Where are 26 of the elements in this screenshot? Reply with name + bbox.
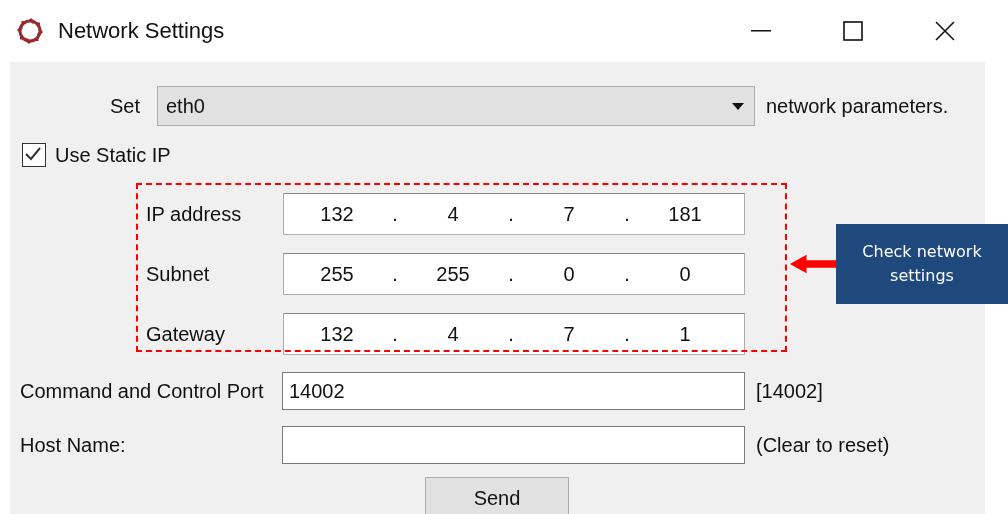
window-title: Network Settings [58, 18, 225, 44]
minimize-icon[interactable] [751, 30, 771, 32]
host-name-label: Host Name: [20, 433, 127, 457]
interface-dropdown[interactable]: eth0 [157, 86, 755, 126]
callout-note: Check network settings [836, 224, 1008, 304]
app-logo-icon [14, 15, 46, 47]
callout-arrow [790, 252, 836, 276]
ip-address-field[interactable]: 255 . 255 . 0 . 0 [283, 253, 745, 295]
close-icon[interactable] [935, 21, 955, 41]
dropdown-caret-icon [732, 102, 744, 110]
send-button[interactable]: Send [425, 477, 569, 514]
parameters-label: network parameters. [766, 94, 949, 118]
address-label: Subnet [145, 262, 211, 286]
host-name-hint: (Clear to reset) [756, 433, 890, 457]
static-ip-label: Use Static IP [55, 143, 171, 167]
port-field[interactable]: 14002 [282, 372, 745, 410]
port-default-hint: [14002] [756, 379, 823, 403]
host-name-field[interactable] [282, 426, 745, 464]
port-label: Command and Control Port [20, 379, 265, 403]
ip-address-field[interactable]: 132 . 4 . 7 . 181 [283, 193, 745, 235]
static-ip-checkbox[interactable] [22, 143, 46, 167]
maximize-icon[interactable] [843, 21, 863, 41]
address-label: Gateway [145, 322, 226, 346]
address-label: IP address [145, 202, 243, 226]
set-label: Set [108, 94, 140, 118]
ip-address-field[interactable]: 132 . 4 . 7 . 1 [283, 313, 745, 355]
